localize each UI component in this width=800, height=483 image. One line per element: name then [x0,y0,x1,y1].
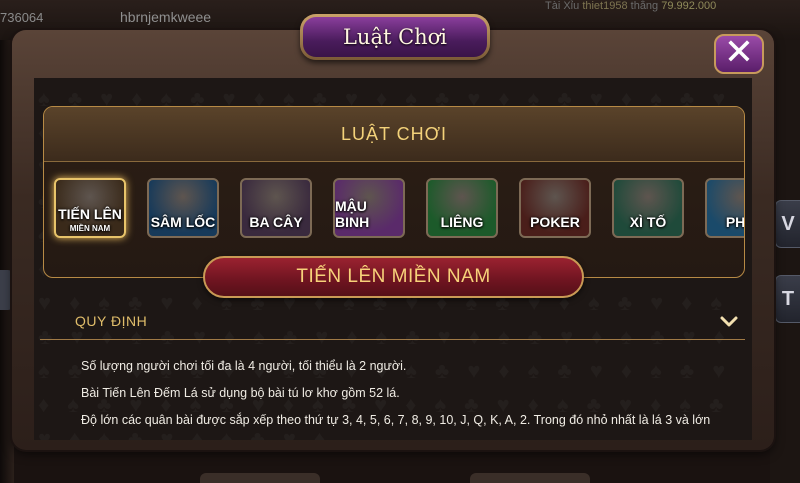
game-icon-label: XÌ TỐ [629,214,667,230]
rule-line: Bài Tiến Lên Đếm Lá sử dụng bộ bài tú lơ… [81,386,400,400]
modal-title-tab: Luật Chơi [300,14,490,60]
game-icon-2[interactable]: BA CÂY [240,178,312,238]
game-selector-panel: LUẬT CHƠI TIẾN LÊN MIỀN NAM SÂM LỐC BA CÂY M… [43,106,745,278]
game-icon-1[interactable]: SÂM LỐC [147,178,219,238]
game-icon-label: TIẾN LÊN [58,206,122,222]
game-icon-6[interactable]: XÌ TỐ [612,178,684,238]
game-icon-label: PHỎ [725,214,745,230]
rules-section-header[interactable]: QUY ĐỊNH [40,309,745,340]
game-icon-label: MẬU BINH [335,198,370,230]
lobby-right-edge [770,40,800,483]
lobby-bottom-tab [470,473,590,483]
modal-title: Luật Chơi [303,17,487,57]
lobby-right-button-2[interactable]: T [775,275,800,323]
game-icon-sublabel: MIỀN NAM [69,224,111,233]
rules-section-label: QUY ĐỊNH [75,313,148,329]
game-icon-4[interactable]: LIÊNG [426,178,498,238]
rules-text: Số lượng người chơi tối đa là 4 người, t… [81,359,731,440]
chevron-down-icon[interactable] [719,313,739,331]
ticker-label: thắng [630,0,659,12]
rule-line: Độ lớn các quân bài được sắp xếp theo th… [81,413,711,427]
close-icon: ✕ [723,32,755,73]
game-icon-label: POKER [530,214,580,230]
game-icon-7[interactable]: PHỎ [705,178,745,238]
win-ticker: Tài Xỉu thiet1958 thắng 79.992.000 [545,0,716,12]
game-icon-label: LIÊNG [440,214,484,230]
user-id: 736064 [0,10,44,25]
game-icon-3[interactable]: MẬU BINH [333,178,405,238]
lobby-right-button-1[interactable]: V [775,200,800,248]
ticker-user: thiet1958 [582,0,628,12]
lobby-bottom-tab [200,473,320,483]
game-icon-0[interactable]: TIẾN LÊN MIỀN NAM [54,178,126,238]
rule-line: Số lượng người chơi tối đa là 4 người, t… [81,359,407,373]
game-icon-5[interactable]: POKER [519,178,591,238]
close-button[interactable]: ✕ [714,34,764,74]
lobby-left-button[interactable] [0,270,12,310]
game-icon-label: BA CÂY [249,214,303,230]
ticker-amount: 79.992.000 [661,0,717,12]
ticker-game: Tài Xỉu [545,0,580,12]
game-selector-title: LUẬT CHƠI [44,107,744,162]
username: hbrnjemkweee [120,9,212,25]
selected-game-title: TIẾN LÊN MIỀN NAM [203,256,584,298]
game-icon-label: SÂM LỐC [150,214,216,230]
